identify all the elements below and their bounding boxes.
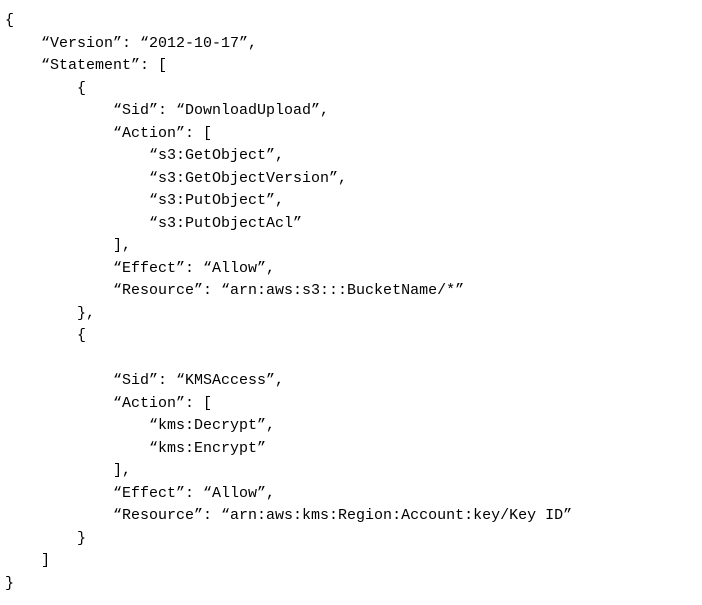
code-line: “Version”: “2012-10-17”, — [5, 35, 257, 52]
code-line: { — [5, 12, 14, 29]
code-line: “Effect”: “Allow”, — [5, 260, 275, 277]
code-line: “s3:PutObjectAcl” — [5, 215, 302, 232]
code-line: “Sid”: “DownloadUpload”, — [5, 102, 329, 119]
code-line: “kms:Decrypt”, — [5, 417, 275, 434]
iam-policy-code-block: { “Version”: “2012-10-17”, “Statement”: … — [5, 10, 697, 595]
code-line: “Action”: [ — [5, 395, 212, 412]
code-line: “Action”: [ — [5, 125, 212, 142]
code-line: } — [5, 530, 86, 547]
code-line: “Sid”: “KMSAccess”, — [5, 372, 284, 389]
code-line: ], — [5, 237, 131, 254]
code-line: } — [5, 575, 14, 592]
code-line: “kms:Encrypt” — [5, 440, 266, 457]
code-line: “Statement”: [ — [5, 57, 167, 74]
code-line: { — [5, 80, 86, 97]
code-line: “Effect”: “Allow”, — [5, 485, 275, 502]
code-line: “s3:GetObject”, — [5, 147, 284, 164]
code-line: }, — [5, 305, 95, 322]
code-line: “s3:PutObject”, — [5, 192, 284, 209]
code-line: { — [5, 327, 86, 344]
code-line: “Resource”: “arn:aws:kms:Region:Account:… — [5, 507, 572, 524]
code-line: ] — [5, 552, 50, 569]
code-line: “Resource”: “arn:aws:s3:::BucketName/*” — [5, 282, 464, 299]
code-line: “s3:GetObjectVersion”, — [5, 170, 347, 187]
code-line: ], — [5, 462, 131, 479]
